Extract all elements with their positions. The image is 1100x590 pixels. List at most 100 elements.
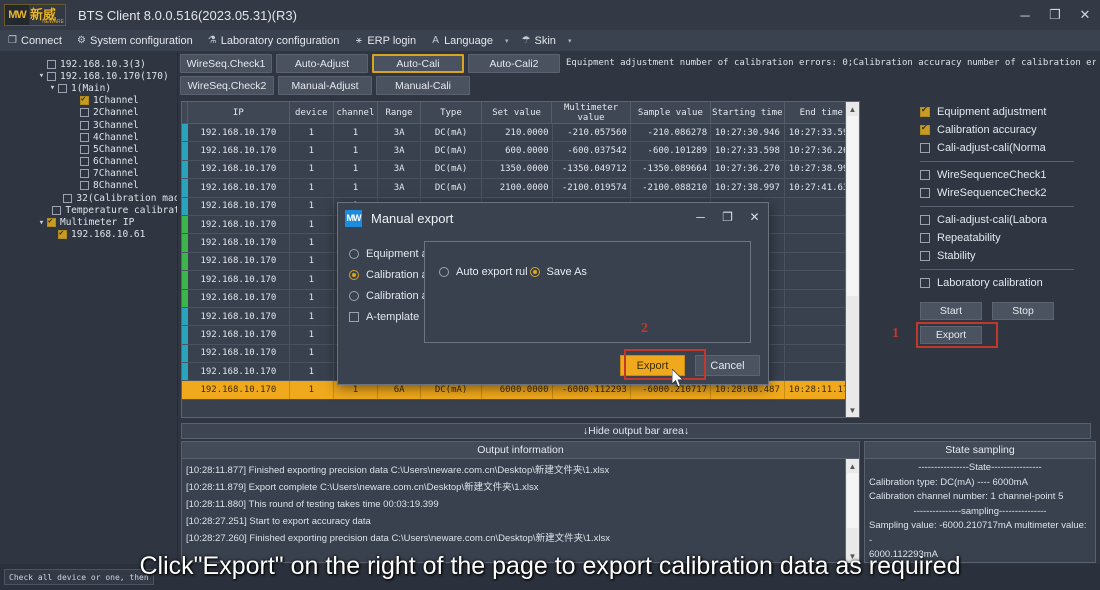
option-checkbox[interactable] <box>920 123 930 135</box>
start-button[interactable]: Start <box>920 302 982 320</box>
output-scroll-thumb[interactable] <box>847 473 858 528</box>
tree-node[interactable]: 7Channel <box>0 168 177 180</box>
radio-button[interactable] <box>349 290 359 301</box>
tree-node[interactable]: 1Channel <box>0 94 177 107</box>
table-row[interactable]: 192.168.10.170 1 1 3A DC(mA) 210.0000 -210.057… <box>182 124 859 143</box>
maximize-icon[interactable]: ❐ <box>1040 0 1070 30</box>
option-wiresequencecheck2[interactable]: WireSequenceCheck2 <box>866 184 1096 202</box>
output-scroll-track[interactable] <box>846 473 859 549</box>
dialog-export-mode-options[interactable]: Auto export rul Save As <box>439 266 589 278</box>
menu-item-system-configuration[interactable]: ⚙ System configuration <box>69 30 200 51</box>
option-equipment-adjustment[interactable]: Equipment adjustment <box>866 103 1096 121</box>
radio-button[interactable] <box>529 267 540 277</box>
option-laboratory-calibration[interactable]: Laboratory calibration <box>866 274 1096 292</box>
dialog-minimize-icon[interactable]: ─ <box>687 203 714 231</box>
tree-node[interactable]: ▾ 1(Main) <box>0 82 177 94</box>
chevron-down-icon[interactable]: ▾ <box>500 37 514 45</box>
tree-node-checkbox[interactable] <box>63 193 73 203</box>
tree-node-checkbox[interactable] <box>80 144 89 154</box>
expand-arrow-icon[interactable]: ▾ <box>36 71 47 81</box>
dialog-close-icon[interactable]: ✕ <box>741 203 768 231</box>
tree-node-checkbox[interactable] <box>80 157 89 167</box>
menu-item-connect[interactable]: ❐ Connect <box>0 30 69 51</box>
tree-node-checkbox[interactable] <box>80 181 89 191</box>
dialog-maximize-icon[interactable]: ❐ <box>714 203 741 231</box>
export-button[interactable]: Export <box>920 326 982 344</box>
device-tree[interactable]: 192.168.10.3(3) ▾ 192.168.10.170(170) ▾ 1(Ma… <box>0 52 178 562</box>
tree-node-checkbox[interactable] <box>58 228 67 240</box>
tab-manual-cali[interactable]: Manual-Cali <box>376 76 470 95</box>
tree-node[interactable]: 192.168.10.61 <box>0 228 177 241</box>
output-log-list[interactable]: [10:28:11.877] Finished exporting precis… <box>182 459 859 562</box>
option-checkbox[interactable] <box>920 251 930 261</box>
tab-auto-cali[interactable]: Auto-Cali <box>371 54 464 73</box>
column-header[interactable]: IP <box>188 102 290 123</box>
table-row[interactable]: 192.168.10.170 1 1 3A DC(mA) 1350.0000 -1350.0… <box>182 160 859 180</box>
option-checkbox[interactable] <box>920 170 930 180</box>
option-cali-adjust-cali-labora[interactable]: Cali-adjust-cali(Labora <box>866 211 1096 229</box>
menu-item-laboratory-configuration[interactable]: ⚗ Laboratory configuration <box>200 30 347 51</box>
close-icon[interactable]: ✕ <box>1070 0 1100 30</box>
tree-node-checkbox[interactable] <box>80 120 89 130</box>
expand-arrow-icon[interactable]: ▾ <box>47 83 58 93</box>
tree-node[interactable]: 4Channel <box>0 131 177 143</box>
tree-node[interactable]: Temperature calibrator IP <box>0 204 177 216</box>
tree-node[interactable]: 5Channel <box>0 143 177 155</box>
expand-arrow-icon[interactable]: ▾ <box>36 218 47 228</box>
option-wiresequencecheck1[interactable]: WireSequenceCheck1 <box>866 166 1096 184</box>
stop-button[interactable]: Stop <box>992 302 1054 320</box>
tree-node[interactable]: 3Channel <box>0 119 177 131</box>
option-checkbox[interactable] <box>920 188 930 198</box>
hide-output-bar-button[interactable]: ↓Hide output bar area↓ <box>181 423 1091 439</box>
column-header[interactable]: Multimeter value <box>552 102 631 123</box>
option-checkbox[interactable] <box>920 143 930 153</box>
menu-item-skin[interactable]: ☂ Skin <box>514 30 563 51</box>
table-row[interactable]: 192.168.10.170 1 1 3A DC(mA) 2100.0000 -2100.0… <box>182 179 859 198</box>
tree-node-checkbox[interactable] <box>80 108 89 118</box>
radio-button[interactable] <box>439 267 449 277</box>
option-checkbox[interactable] <box>920 215 930 225</box>
tree-node-checkbox[interactable] <box>58 83 67 93</box>
tree-node-checkbox[interactable] <box>47 59 56 69</box>
radio-button[interactable] <box>349 248 359 259</box>
option-cali-adjust-cali-norma[interactable]: Cali-adjust-cali(Norma <box>866 139 1096 157</box>
tree-node[interactable]: 6Channel <box>0 156 177 168</box>
tree-node-checkbox[interactable] <box>80 94 89 106</box>
column-header[interactable]: Type <box>421 102 482 123</box>
column-header[interactable]: Set value <box>482 102 553 123</box>
column-header[interactable]: Sample value <box>631 102 712 123</box>
tab-auto-cali2[interactable]: Auto-Cali2 <box>468 54 560 73</box>
tree-node[interactable]: ▾ 192.168.10.170(170) <box>0 70 177 82</box>
tree-node[interactable]: 192.168.10.3(3) <box>0 58 177 70</box>
tree-node[interactable]: 32(Calibration machine <box>0 192 177 204</box>
tree-node[interactable]: 8Channel <box>0 180 177 192</box>
tab-auto-adjust[interactable]: Auto-Adjust <box>275 54 368 73</box>
scroll-up-arrow[interactable]: ▲ <box>846 102 859 116</box>
radio-button[interactable] <box>349 269 359 280</box>
dialog-cancel-button[interactable]: Cancel <box>695 355 760 376</box>
tree-node-checkbox[interactable] <box>47 216 56 228</box>
table-vertical-scrollbar[interactable]: ▲ ▼ <box>845 102 859 417</box>
menu-item-language[interactable]: A Language <box>423 30 500 51</box>
column-header[interactable]: Range <box>378 102 422 123</box>
tab-wireseq-check2[interactable]: WireSeq.Check2 <box>180 76 274 95</box>
tab-manual-adjust[interactable]: Manual-Adjust <box>278 76 372 95</box>
option-repeatability[interactable]: Repeatability <box>866 229 1096 247</box>
column-header[interactable]: device <box>290 102 334 123</box>
tree-node-checkbox[interactable] <box>80 169 89 179</box>
menu-item-erp-login[interactable]: ⚹ ERP login <box>346 30 423 51</box>
checkbox[interactable] <box>349 311 359 322</box>
chevron-down-icon[interactable]: ▾ <box>563 37 577 45</box>
tree-node[interactable]: 2Channel <box>0 107 177 119</box>
option-checkbox[interactable] <box>920 233 930 243</box>
output-scroll-down-arrow[interactable]: ▼ <box>846 549 859 563</box>
output-scroll-up-arrow[interactable]: ▲ <box>846 459 859 473</box>
scroll-thumb[interactable] <box>847 116 858 296</box>
column-header[interactable]: channel <box>334 102 378 123</box>
tree-node-checkbox[interactable] <box>52 205 62 215</box>
tree-node[interactable]: ▾ Multimeter IP <box>0 216 177 228</box>
column-header[interactable]: Starting time <box>711 102 785 123</box>
scroll-track[interactable] <box>846 116 859 403</box>
option-stability[interactable]: Stability <box>866 247 1096 265</box>
option-checkbox[interactable] <box>920 278 930 288</box>
